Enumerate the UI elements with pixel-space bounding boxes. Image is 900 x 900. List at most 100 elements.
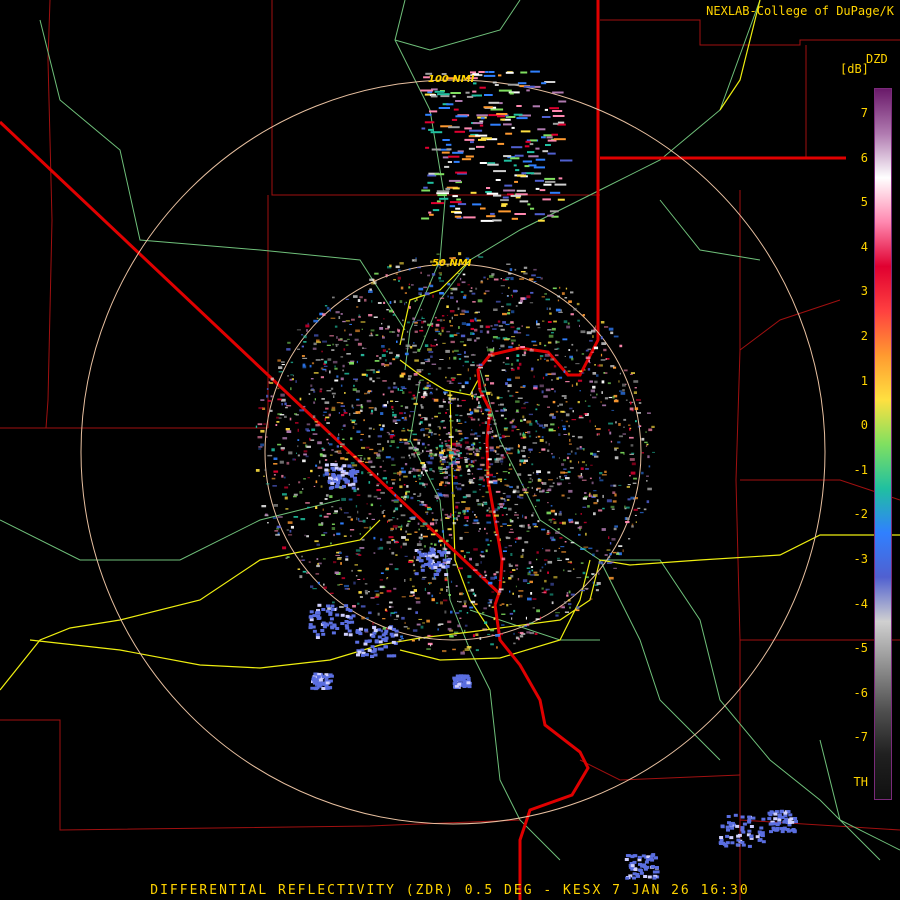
echo-pixel bbox=[369, 288, 372, 291]
echo-pixel bbox=[371, 518, 375, 520]
echo-pixel bbox=[344, 604, 349, 608]
echo-pixel bbox=[398, 331, 400, 333]
echo-pixel bbox=[334, 485, 339, 489]
echo-pixel bbox=[727, 821, 731, 825]
echo-pixel bbox=[448, 397, 451, 400]
echo-pixel bbox=[424, 469, 428, 472]
echo-pixel bbox=[793, 817, 798, 820]
echo-pixel bbox=[316, 543, 320, 546]
echo-pixel bbox=[358, 591, 362, 594]
echo-pixel bbox=[435, 330, 440, 333]
echo-pixel bbox=[530, 70, 540, 73]
echo-pixel bbox=[515, 541, 517, 543]
echo-pixel bbox=[535, 147, 540, 150]
echo-pixel bbox=[510, 339, 516, 342]
echo-pixel bbox=[391, 640, 396, 644]
echo-pixel bbox=[442, 342, 446, 344]
echo-pixel bbox=[427, 592, 431, 595]
echo-pixel bbox=[407, 627, 410, 630]
echo-pixel bbox=[421, 217, 430, 220]
echo-pixel bbox=[615, 421, 617, 424]
echo-pixel bbox=[412, 317, 415, 320]
echo-pixel bbox=[406, 533, 412, 535]
echo-pixel bbox=[470, 600, 476, 604]
echo-pixel bbox=[297, 445, 299, 448]
echo-pixel bbox=[548, 443, 550, 446]
echo-pixel bbox=[414, 300, 417, 303]
echo-pixel bbox=[476, 397, 479, 401]
echo-pixel bbox=[577, 319, 580, 322]
echo-pixel bbox=[561, 463, 565, 466]
echo-pixel bbox=[547, 530, 550, 533]
echo-pixel bbox=[382, 460, 384, 462]
echo-pixel bbox=[428, 429, 432, 432]
echo-pixel bbox=[493, 170, 506, 173]
echo-pixel bbox=[585, 464, 587, 467]
echo-pixel bbox=[384, 645, 388, 649]
echo-pixel bbox=[436, 343, 438, 346]
echo-pixel bbox=[442, 471, 445, 473]
echo-pixel bbox=[585, 356, 591, 359]
echo-pixel bbox=[499, 436, 502, 439]
echo-pixel bbox=[391, 408, 394, 410]
echo-pixel bbox=[545, 351, 548, 353]
echo-pixel bbox=[276, 421, 280, 423]
echo-pixel bbox=[483, 442, 486, 444]
echo-pixel bbox=[520, 297, 525, 300]
echo-pixel bbox=[380, 538, 383, 541]
echo-pixel bbox=[342, 425, 345, 427]
echo-pixel bbox=[343, 340, 348, 342]
echo-pixel bbox=[630, 471, 636, 475]
echo-pixel bbox=[323, 583, 325, 586]
echo-pixel bbox=[439, 359, 444, 360]
echo-pixel bbox=[469, 129, 483, 132]
echo-pixel bbox=[492, 81, 497, 84]
echo-pixel bbox=[465, 437, 469, 439]
echo-pixel bbox=[531, 340, 537, 343]
echo-pixel bbox=[443, 426, 447, 429]
echo-pixel bbox=[593, 502, 598, 505]
echo-pixel bbox=[472, 90, 477, 93]
echo-pixel bbox=[391, 627, 396, 631]
echo-pixel bbox=[418, 478, 421, 480]
echo-pixel bbox=[446, 148, 452, 151]
echo-pixel bbox=[601, 380, 605, 384]
echo-pixel bbox=[561, 551, 567, 553]
echo-pixel bbox=[463, 524, 469, 527]
echo-pixel bbox=[553, 518, 556, 521]
echo-pixel bbox=[421, 578, 426, 580]
echo-pixel bbox=[509, 486, 513, 488]
echo-pixel bbox=[583, 521, 587, 524]
echo-pixel bbox=[497, 478, 503, 481]
echo-pixel bbox=[509, 571, 513, 573]
echo-pixel bbox=[454, 211, 462, 214]
echo-pixel bbox=[555, 612, 560, 614]
echo-pixel bbox=[303, 335, 307, 339]
echo-pixel bbox=[726, 815, 731, 818]
echo-pixel bbox=[645, 431, 647, 433]
echo-pixel bbox=[277, 516, 283, 518]
echo-pixel bbox=[479, 424, 481, 427]
echo-pixel bbox=[427, 634, 431, 637]
echo-pixel bbox=[507, 524, 512, 527]
echo-pixel bbox=[427, 358, 431, 361]
echo-pixel bbox=[564, 366, 567, 368]
echo-pixel bbox=[452, 682, 457, 686]
echo-pixel bbox=[290, 525, 294, 529]
echo-pixel bbox=[494, 84, 499, 86]
echo-pixel bbox=[351, 482, 356, 486]
echo-pixel bbox=[557, 123, 566, 126]
echo-pixel bbox=[489, 600, 492, 604]
echo-pixel bbox=[403, 484, 406, 486]
echo-pixel bbox=[511, 126, 515, 129]
echo-pixel bbox=[348, 333, 352, 336]
highways bbox=[0, 0, 900, 861]
echo-pixel bbox=[496, 457, 501, 461]
echo-pixel bbox=[569, 460, 572, 463]
echo-pixel bbox=[740, 841, 745, 844]
echo-pixel bbox=[383, 515, 386, 518]
echo-pixel bbox=[541, 116, 551, 118]
echo-pixel bbox=[587, 405, 591, 407]
echo-pixel bbox=[412, 585, 415, 588]
echo-pixel bbox=[350, 462, 355, 465]
